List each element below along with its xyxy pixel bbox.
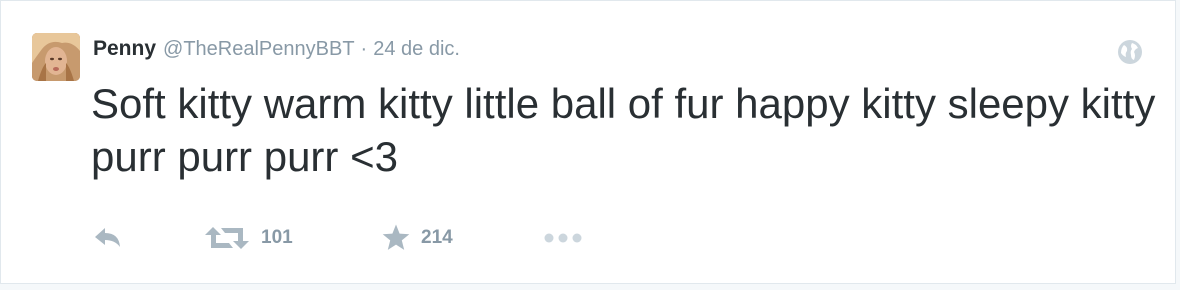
- author-screen-name[interactable]: @TheRealPennyBBT: [163, 38, 355, 61]
- more-button[interactable]: [541, 223, 585, 253]
- reply-icon: [93, 226, 123, 250]
- retweet-icon: [203, 225, 251, 251]
- globe-icon: [1117, 39, 1143, 65]
- favorite-count: 214: [421, 227, 453, 248]
- tweet-header: Penny @TheRealPennyBBT · 24 de dic.: [93, 37, 460, 65]
- star-icon: [381, 223, 411, 253]
- tweet-card: Penny @TheRealPennyBBT · 24 de dic. Soft…: [0, 0, 1176, 284]
- favorite-button[interactable]: 214: [381, 223, 453, 253]
- reply-button[interactable]: [93, 223, 123, 253]
- retweet-button[interactable]: 101: [203, 223, 293, 253]
- tweet-timestamp[interactable]: 24 de dic.: [373, 38, 460, 61]
- more-dots-icon: [541, 232, 585, 244]
- author-display-name[interactable]: Penny: [93, 37, 156, 61]
- tweet-text: Soft kitty warm kitty little ball of fur…: [91, 80, 1156, 180]
- retweet-count: 101: [261, 227, 293, 248]
- profile-avatar[interactable]: [32, 33, 80, 81]
- header-separator: ·: [360, 38, 368, 60]
